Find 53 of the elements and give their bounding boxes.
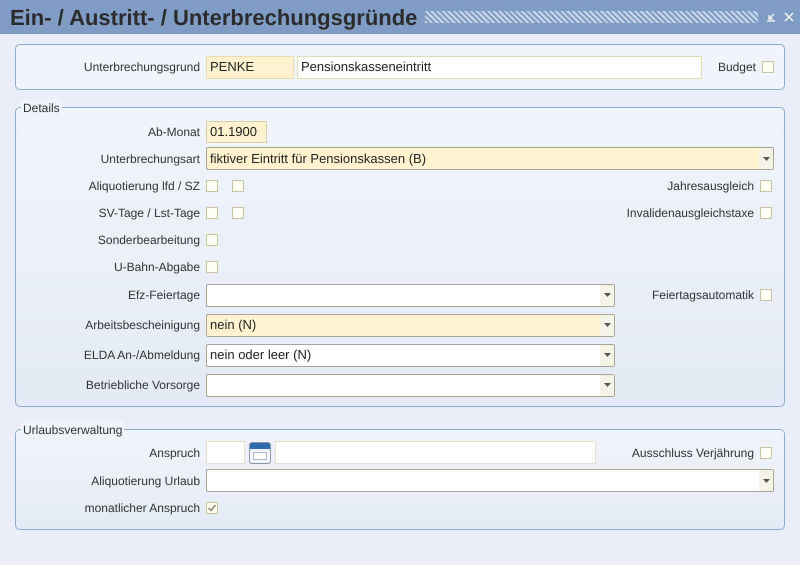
close-icon[interactable] [784, 12, 794, 22]
checkbox[interactable] [760, 180, 772, 192]
field-label: Anspruch [148, 444, 201, 462]
calendar-icon[interactable] [249, 442, 271, 464]
field-label: Unterbrechungsgrund [82, 59, 201, 76]
text-field[interactable] [275, 441, 596, 464]
dropdown-field[interactable] [206, 374, 615, 396]
dropdown-caret-icon [759, 148, 773, 169]
checkbox[interactable] [760, 446, 772, 458]
checkbox[interactable] [232, 180, 244, 192]
dropdown-caret-icon [600, 284, 614, 306]
dropdown-caret-icon [600, 314, 614, 336]
dropdown-field[interactable]: nein oder leer (N) [206, 344, 615, 366]
checkbox-label: Ausschluss Verjährung [632, 444, 754, 462]
field-label: Ab-Monat [146, 124, 201, 140]
field-label: Efz-Feiertage [126, 287, 201, 304]
field-label: Aliquotierung Urlaub [90, 472, 201, 490]
dropdown-caret-icon [600, 344, 614, 366]
group-title: Urlaubsverwaltung [21, 421, 124, 439]
checkbox[interactable] [232, 206, 244, 218]
field-label: ELDA An-/Abmeldung [82, 347, 201, 364]
text-field[interactable]: 01.1900 [206, 120, 267, 142]
checkbox[interactable] [762, 61, 774, 73]
checkbox[interactable] [206, 206, 218, 218]
dropdown-field[interactable]: nein (N) [206, 314, 615, 336]
dropdown-caret-icon [759, 470, 773, 491]
checkbox[interactable] [206, 180, 218, 192]
checkbox-label: Jahresausgleich [667, 178, 754, 194]
field-label: Sonderbearbeitung [96, 232, 201, 248]
minimize-icon[interactable] [766, 12, 776, 22]
dropdown-field[interactable]: fiktiver Eintritt für Pensionskassen (B) [206, 147, 774, 170]
dropdown-field[interactable] [206, 284, 615, 306]
code-field[interactable]: PENKE [206, 56, 294, 78]
dropdown-caret-icon [600, 374, 614, 396]
field-label: Betriebliche Vorsorge [84, 377, 201, 394]
field-label: Unterbrechungsart [100, 150, 201, 168]
checkbox-label: Budget [718, 59, 756, 76]
window-title: Ein- / Austritt- / Unterbrechungsgründe [10, 4, 418, 32]
checkbox-label: Feiertagsautomatik [652, 287, 754, 304]
name-field[interactable]: Pensionskasseneintritt [297, 56, 702, 78]
field-label: U-Bahn-Abgabe [112, 258, 201, 276]
checkbox[interactable] [760, 289, 772, 301]
dropdown-field[interactable] [206, 469, 774, 492]
field-label: Arbeitsbescheinigung [84, 317, 201, 334]
field-label: SV-Tage / Lst-Tage [98, 204, 201, 222]
text-field[interactable] [206, 441, 245, 464]
checkbox[interactable] [206, 260, 218, 272]
checkbox[interactable] [206, 502, 218, 514]
field-label: Aliquotierung lfd / SZ [88, 178, 201, 194]
checkbox-label: Invalidenausgleichstaxe [626, 204, 754, 222]
checkbox[interactable] [206, 234, 218, 246]
checkbox[interactable] [760, 206, 772, 218]
field-label: monatlicher Anspruch [84, 500, 201, 516]
